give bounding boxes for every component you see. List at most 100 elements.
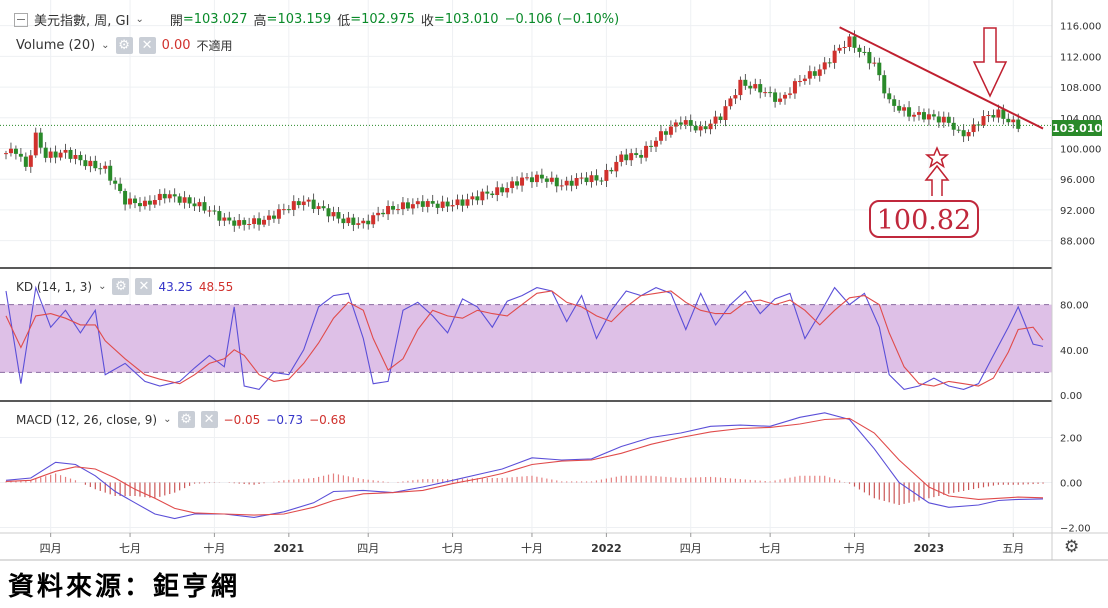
candle-body xyxy=(554,177,559,187)
settings-gear-icon[interactable]: ⚙ xyxy=(177,411,195,428)
candle-body xyxy=(222,217,227,221)
candle-body xyxy=(822,62,827,70)
candle-body xyxy=(887,93,892,100)
macd-label[interactable]: MACD (12, 26, close, 9) xyxy=(16,413,157,427)
candle-body xyxy=(698,126,703,131)
settings-gear-icon[interactable]: ⚙ xyxy=(115,37,133,54)
candle-body xyxy=(787,93,792,95)
candle-body xyxy=(644,145,649,158)
candle-body xyxy=(435,203,440,208)
candle-body xyxy=(445,201,450,207)
candle-body xyxy=(485,191,490,194)
candle-body xyxy=(991,115,996,118)
candle-body xyxy=(1001,109,1006,119)
candle-body xyxy=(921,112,926,120)
macd-tick-label: 2.00 xyxy=(1060,434,1082,445)
candle-body xyxy=(232,220,237,226)
candle-body xyxy=(83,160,88,167)
macd-legend: MACD (12, 26, close, 9) ⌄ ⚙ ✕ −0.05 −0.7… xyxy=(16,411,346,428)
change-value: −0.106 (−0.10%) xyxy=(504,12,620,27)
chart-canvas: 116.000112.000108.000104.000100.00096.00… xyxy=(0,0,1108,608)
candle-body xyxy=(743,79,748,86)
macd-hist-value: −0.05 xyxy=(223,412,261,427)
candle-body xyxy=(634,153,639,155)
candle-body xyxy=(718,116,723,121)
candle-body xyxy=(723,106,728,121)
kd-legend: KD (14, 1, 3) ⌄ ⚙ ✕ 43.25 48.55 xyxy=(16,278,233,295)
candle-body xyxy=(410,204,415,209)
candle-body xyxy=(649,145,654,147)
settings-gear-icon[interactable]: ⚙ xyxy=(112,278,130,295)
candle-body xyxy=(266,215,271,220)
candle-body xyxy=(341,218,346,224)
volume-label[interactable]: Volume (20) xyxy=(16,38,95,53)
symbol-label[interactable]: 美元指數, 周, GI xyxy=(34,10,129,29)
candle-body xyxy=(624,154,629,161)
candle-body xyxy=(802,78,807,82)
candle-body xyxy=(525,177,529,179)
candle-body xyxy=(753,84,758,89)
candle-body xyxy=(748,85,753,89)
source-caption: 資料來源：鉅亨網 xyxy=(8,572,241,602)
time-tick-label: 七月 xyxy=(119,542,141,555)
candle-body xyxy=(227,217,232,221)
time-tick-label: 七月 xyxy=(759,542,781,555)
collapse-icon[interactable] xyxy=(14,12,28,27)
candle-body xyxy=(321,206,326,209)
time-tick-label: 四月 xyxy=(357,542,379,555)
candle-body xyxy=(520,177,525,186)
candle-body xyxy=(668,126,673,135)
price-tick-label: 108.000 xyxy=(1060,83,1101,94)
candle-body xyxy=(614,161,619,172)
macd-tick-label: 0.00 xyxy=(1060,479,1082,490)
kd-tick-label: 40.00 xyxy=(1060,346,1089,357)
candle-body xyxy=(58,152,63,158)
kd-label[interactable]: KD (14, 1, 3) xyxy=(16,280,92,294)
candle-body xyxy=(93,160,98,169)
candle-body xyxy=(113,180,118,184)
chart-settings-gear-icon[interactable]: ⚙ xyxy=(1064,537,1079,557)
candle-body xyxy=(768,92,773,94)
close-icon[interactable]: ✕ xyxy=(135,278,153,295)
price-tick-label: 96.000 xyxy=(1060,175,1095,186)
candle-body xyxy=(708,123,713,130)
candle-body xyxy=(778,98,783,102)
candle-body xyxy=(604,169,609,181)
candle-body xyxy=(152,200,157,205)
chevron-down-icon[interactable]: ⌄ xyxy=(101,40,109,51)
macd-signal-value: −0.68 xyxy=(309,412,346,427)
candle-body xyxy=(351,217,356,225)
candle-body xyxy=(574,177,579,186)
candle-body xyxy=(534,174,539,183)
candle-body xyxy=(405,202,410,209)
candle-body xyxy=(867,51,872,64)
candle-body xyxy=(356,223,361,225)
candle-body xyxy=(505,187,510,193)
candle-body xyxy=(941,116,946,123)
kd-tick-label: 80.00 xyxy=(1060,301,1089,312)
candle-body xyxy=(733,95,738,99)
candle-body xyxy=(361,220,366,224)
candle-body xyxy=(683,120,688,125)
candle-body xyxy=(862,51,867,53)
candle-body xyxy=(579,177,584,179)
close-icon[interactable]: ✕ xyxy=(138,37,156,54)
candle-body xyxy=(346,217,351,224)
chevron-down-icon[interactable]: ⌄ xyxy=(135,14,143,25)
chevron-down-icon[interactable]: ⌄ xyxy=(163,414,171,425)
chevron-down-icon[interactable]: ⌄ xyxy=(98,281,106,292)
candle-body xyxy=(306,199,311,202)
candle-body xyxy=(212,210,217,212)
candle-body xyxy=(663,131,668,135)
candle-body xyxy=(207,210,212,212)
candle-body xyxy=(296,201,301,206)
candle-body xyxy=(763,92,768,94)
candle-body xyxy=(137,203,142,207)
close-icon[interactable]: ✕ xyxy=(200,411,218,428)
candle-body xyxy=(951,122,956,130)
candle-body xyxy=(395,209,400,211)
time-tick-label: 四月 xyxy=(40,542,62,555)
kd-k-value: 43.25 xyxy=(158,279,193,294)
price-tag: 103.010 xyxy=(1052,122,1102,135)
price-tick-label: 116.000 xyxy=(1060,22,1101,33)
